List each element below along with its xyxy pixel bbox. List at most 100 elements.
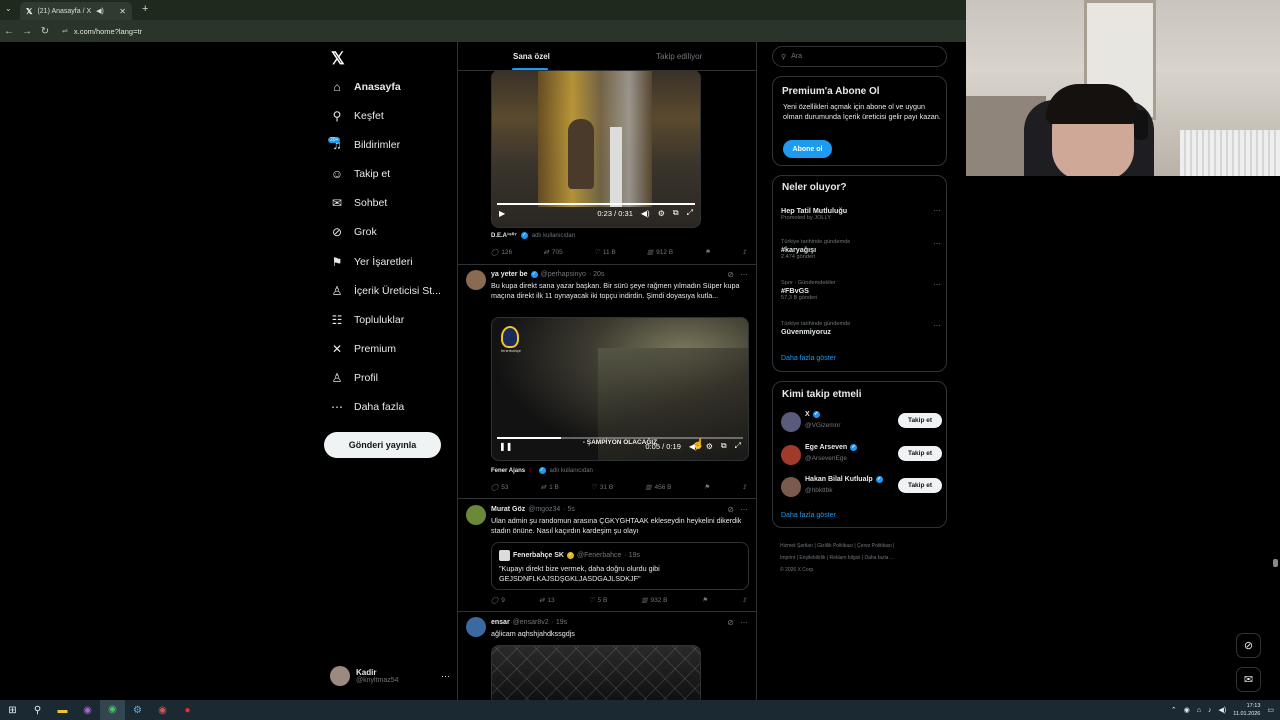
follow-suggestion[interactable]: Ege Arseven ✓ @ArsevenEge Takip et — [781, 444, 942, 466]
tweet-time[interactable]: · 5s — [563, 506, 575, 513]
x-logo-icon[interactable]: 𝕏 — [331, 49, 345, 69]
like-button[interactable]: ♡ 5 B — [589, 596, 608, 605]
footer-line[interactable]: Hizmet Şartları | Gizlilik Politikası | … — [780, 540, 940, 552]
browser-tab[interactable]: 𝕏 (21) Anasayfa / X ◀) ✕ — [20, 2, 132, 20]
windows-start-icon[interactable]: ⊞ — [0, 705, 25, 716]
tweet-video[interactable] — [491, 645, 701, 700]
bookmark-button[interactable]: ⚑ — [704, 248, 710, 256]
grok-icon[interactable]: ⊘ — [727, 505, 734, 514]
more-dots-icon[interactable]: ⋯ — [933, 321, 941, 330]
account-switcher[interactable]: Kadir @knyltmaz54 ⋯ — [330, 666, 450, 686]
nav-item-x-premium[interactable]: ✕ Premium — [330, 340, 396, 358]
settings-gear-icon[interactable]: ⚙ — [706, 442, 713, 451]
author-name[interactable]: Murat Göz — [491, 506, 525, 513]
retweet-button[interactable]: ⇄ 13 — [539, 596, 555, 605]
notification-icon[interactable]: ▭ — [1267, 706, 1274, 714]
more-dots-icon[interactable]: ⋯ — [933, 280, 941, 289]
messages-float-button[interactable]: ✉ — [1236, 667, 1261, 692]
bookmark-button[interactable]: ⚑ — [704, 483, 710, 491]
tweet-video[interactable]: fenerbahçe - ŞAMPİYON OLACAĞIZ ❚❚ 0:05 /… — [491, 317, 749, 461]
follow-button[interactable]: Takip et — [898, 413, 942, 428]
reply-button[interactable]: ◯ 9 — [491, 596, 505, 605]
grok-float-button[interactable]: ⊘ — [1236, 633, 1261, 658]
tab-for-you[interactable]: Sana özel — [513, 52, 550, 61]
site-info-icon[interactable]: ⇌ — [62, 27, 68, 35]
nav-item-bookmark[interactable]: ⚑ Yer İşaretleri — [330, 253, 413, 271]
scrollbar-thumb[interactable] — [1273, 559, 1278, 567]
follow-suggestion[interactable]: Hakan Bilal Kutlualp ✓ @hbkttbk Takip et — [781, 476, 942, 498]
avatar[interactable] — [466, 270, 486, 290]
nav-item-bell[interactable]: ♫ Bildirimler — [330, 136, 401, 154]
trend-item[interactable]: Hep Tatil Mutluluğu Promoted by JOLLY ⋯ — [781, 206, 941, 221]
nav-item-communities[interactable]: ☷ Topluluklar — [330, 311, 405, 329]
more-dots-icon[interactable]: ⋯ — [441, 671, 450, 682]
nav-item-mail[interactable]: ✉ Sohbet — [330, 194, 387, 212]
like-button[interactable]: ♡ 31 B — [591, 483, 613, 492]
pip-icon[interactable]: ⧉ — [673, 208, 679, 218]
post-button[interactable]: Gönderi yayınla — [324, 432, 441, 458]
pip-icon[interactable]: ⧉ — [721, 441, 727, 451]
app-icon[interactable]: ◉ — [75, 705, 100, 716]
reload-icon[interactable]: ↻ — [36, 26, 54, 37]
like-button[interactable]: ♡ 11 B — [594, 248, 616, 257]
url-field[interactable]: ⇌ x.com/home?lang=tr — [62, 27, 142, 36]
nav-item-search[interactable]: ⚲ Keşfet — [330, 107, 384, 125]
trend-item[interactable]: Türkiye tarihinde gündemde Güvenmiyoruz … — [781, 321, 941, 336]
quoted-tweet[interactable]: Fenerbahçe SK ✓ @Fenerbahce · 19s "Kupay… — [491, 542, 749, 590]
play-icon[interactable]: ▶ — [499, 209, 505, 218]
follow-button[interactable]: Takip et — [898, 446, 942, 461]
retweet-button[interactable]: ⇄ 705 — [543, 248, 562, 257]
subscribe-button[interactable]: Abone ol — [783, 140, 832, 158]
follow-show-more-link[interactable]: Daha fazla göster — [781, 512, 836, 519]
avatar[interactable] — [466, 505, 486, 525]
speaker-icon[interactable]: ◀) — [96, 7, 104, 15]
volume-icon[interactable]: ◀) — [641, 209, 650, 218]
mic-icon[interactable]: ♪ — [1208, 707, 1212, 714]
trends-show-more-link[interactable]: Daha fazla göster — [781, 355, 836, 362]
share-button[interactable]: ⇪ — [742, 483, 747, 491]
browser-icon[interactable]: ◉ — [100, 700, 125, 720]
source-name[interactable]: D.E.A¹⁹⁰⁷ — [491, 232, 517, 239]
more-dots-icon[interactable]: ⋯ — [740, 505, 748, 514]
app-icon-2[interactable]: ◉ — [150, 705, 175, 716]
nav-item-more[interactable]: ⋯ Daha fazla — [330, 398, 404, 416]
pause-icon[interactable]: ❚❚ — [499, 442, 512, 451]
tab-close-icon[interactable]: ✕ — [119, 7, 126, 16]
footer-line[interactable]: Imprint | Erişilebilirlik | Reklam bilgi… — [780, 552, 940, 564]
source-name[interactable]: Fener Ajans — [491, 468, 525, 474]
more-dots-icon[interactable]: ⋯ — [933, 206, 941, 215]
follow-button[interactable]: Takip et — [898, 478, 942, 493]
views-button[interactable]: ▥ 932 B — [641, 596, 667, 605]
reply-button[interactable]: ◯ 53 — [491, 483, 509, 492]
author-name[interactable]: ya yeter be — [491, 271, 528, 278]
share-button[interactable]: ⇪ — [741, 596, 746, 604]
tray-chevron-icon[interactable]: ⌃ — [1171, 706, 1177, 714]
share-button[interactable]: ⇪ — [741, 248, 746, 256]
more-dots-icon[interactable]: ⋯ — [933, 239, 941, 248]
search-input[interactable]: ⚲ Ara — [772, 46, 947, 67]
clock[interactable]: 17:13 11.01.2026 — [1233, 702, 1260, 718]
author-name[interactable]: ensar — [491, 619, 510, 626]
new-tab-plus-icon[interactable]: + — [142, 3, 148, 15]
nav-item-home[interactable]: ⌂ Anasayfa — [330, 78, 400, 96]
record-icon[interactable]: ● — [175, 705, 200, 716]
nav-item-follow[interactable]: ☺ Takip et — [330, 165, 390, 183]
author-handle[interactable]: @ensar8v2 — [513, 619, 549, 626]
settings-gear-icon[interactable]: ⚙ — [658, 209, 665, 218]
fullscreen-icon[interactable]: ⤢ — [687, 208, 693, 218]
network-icon[interactable]: ⌂ — [1197, 707, 1201, 714]
tab-list-chevron-icon[interactable]: ⌄ — [5, 4, 12, 13]
tweet-time[interactable]: · 19s — [552, 619, 568, 626]
steam-icon[interactable]: ⚙ — [125, 705, 150, 716]
nav-item-grok[interactable]: ⊘ Grok — [330, 223, 377, 241]
fullscreen-icon[interactable]: ⤢ — [735, 441, 741, 451]
back-arrow-icon[interactable]: ← — [0, 26, 18, 37]
trend-item[interactable]: Türkiye tarihinde gündemde #karyağışı 2.… — [781, 239, 941, 260]
tweet-time[interactable]: · 20s — [589, 271, 605, 278]
nav-item-profile[interactable]: ♙ Profil — [330, 369, 378, 387]
trend-item[interactable]: Spor · Gündemdekiler #FBvGS 57,3 B gönde… — [781, 280, 941, 301]
follow-suggestion[interactable]: X ✓ @VGizemnr Takip et — [781, 411, 942, 433]
nav-item-creator[interactable]: ♙ İçerik Üreticisi St... — [330, 282, 441, 300]
views-button[interactable]: ▥ 456 B — [645, 483, 671, 492]
grok-icon[interactable]: ⊘ — [727, 618, 734, 627]
